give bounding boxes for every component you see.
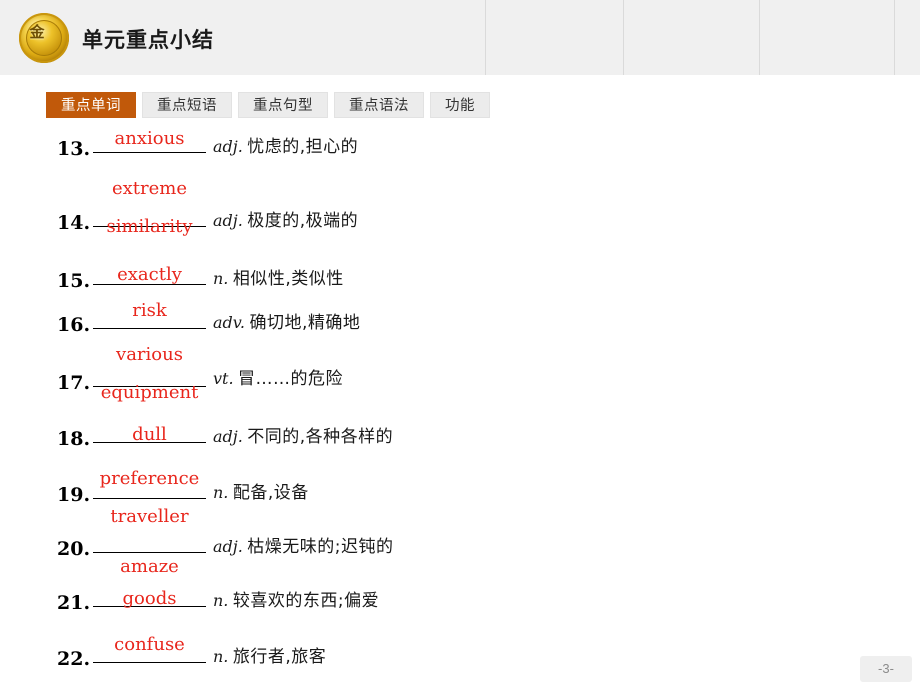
answer-word: exactly	[117, 264, 182, 285]
answer-blank[interactable]	[93, 152, 206, 153]
row-number: 14.	[57, 212, 91, 234]
chinese-meaning: 冒……的危险	[238, 369, 344, 389]
part-of-speech: adj.	[213, 211, 243, 230]
answer-word: equipment	[100, 382, 199, 403]
part-of-speech: n.	[213, 647, 229, 666]
answer-word: anxious	[114, 128, 185, 149]
row-number: 16.	[57, 314, 91, 336]
header-divider-4	[894, 0, 895, 75]
chinese-meaning: 忧虑的,担心的	[247, 137, 359, 157]
header-divider-3	[759, 0, 760, 75]
tab-4[interactable]: 功能	[430, 92, 490, 118]
row-number: 13.	[57, 138, 91, 160]
coin-glyph: 金	[29, 22, 45, 41]
word-definition: n. 相似性,类似性	[213, 271, 344, 288]
answer-blank[interactable]	[93, 328, 206, 329]
word-definition: adj. 不同的,各种各样的	[213, 429, 393, 446]
header-divider-2	[623, 0, 624, 75]
answer-word: preference	[99, 468, 200, 489]
word-definition: n. 较喜欢的东西;偏爱	[213, 593, 379, 610]
chinese-meaning: 不同的,各种各样的	[247, 427, 394, 447]
word-definition: adj. 忧虑的,担心的	[213, 139, 358, 156]
chinese-meaning: 相似性,类似性	[232, 269, 344, 289]
row-number: 18.	[57, 428, 91, 450]
row-number: 21.	[57, 592, 91, 614]
answer-word: various	[116, 344, 183, 365]
part-of-speech: adj.	[213, 137, 243, 156]
answer-word: extreme	[111, 178, 187, 199]
page-number-badge: -3-	[860, 656, 912, 682]
word-definition: adv. 确切地,精确地	[213, 315, 360, 332]
unit-logo-icon: 金	[19, 13, 69, 63]
tab-0-active[interactable]: 重点单词	[46, 92, 136, 118]
chinese-meaning: 旅行者,旅客	[232, 647, 327, 667]
answer-word: goods	[122, 588, 177, 609]
section-tabs[interactable]: 重点单词 重点短语 重点句型 重点语法 功能	[46, 92, 490, 118]
row-number: 20.	[57, 538, 91, 560]
part-of-speech: n.	[213, 483, 229, 502]
word-definition: n. 旅行者,旅客	[213, 649, 326, 666]
answer-word: traveller	[110, 506, 189, 527]
row-number: 22.	[57, 648, 91, 670]
word-definition: vt. 冒……的危险	[213, 371, 343, 388]
answer-word: dull	[132, 424, 167, 445]
tab-3[interactable]: 重点语法	[334, 92, 424, 118]
page-title: 单元重点小结	[82, 29, 214, 52]
word-definition: n. 配备,设备	[213, 485, 309, 502]
word-definition: adj. 极度的,极端的	[213, 213, 358, 230]
part-of-speech: adj.	[213, 427, 243, 446]
chinese-meaning: 较喜欢的东西;偏爱	[232, 591, 380, 611]
row-number: 19.	[57, 484, 91, 506]
tab-2[interactable]: 重点句型	[238, 92, 328, 118]
tab-1[interactable]: 重点短语	[142, 92, 232, 118]
part-of-speech: adj.	[213, 537, 243, 556]
part-of-speech: n.	[213, 269, 229, 288]
header-divider-1	[485, 0, 486, 75]
answer-word: amaze	[120, 556, 179, 577]
answer-blank[interactable]	[93, 552, 206, 553]
page-header: 金 单元重点小结	[0, 0, 920, 77]
row-number: 15.	[57, 270, 91, 292]
row-number: 17.	[57, 372, 91, 394]
answer-word: confuse	[114, 634, 185, 655]
chinese-meaning: 枯燥无味的;迟钝的	[247, 537, 394, 557]
chinese-meaning: 配备,设备	[232, 483, 309, 503]
chinese-meaning: 极度的,极端的	[247, 211, 359, 231]
answer-word: risk	[132, 300, 167, 321]
answer-word: similarity	[106, 216, 193, 237]
part-of-speech: vt.	[213, 369, 234, 388]
word-definition: adj. 枯燥无味的;迟钝的	[213, 539, 394, 556]
part-of-speech: adv.	[213, 313, 246, 332]
chinese-meaning: 确切地,精确地	[249, 313, 361, 333]
answer-blank[interactable]	[93, 498, 206, 499]
part-of-speech: n.	[213, 591, 229, 610]
answer-blank[interactable]	[93, 662, 206, 663]
